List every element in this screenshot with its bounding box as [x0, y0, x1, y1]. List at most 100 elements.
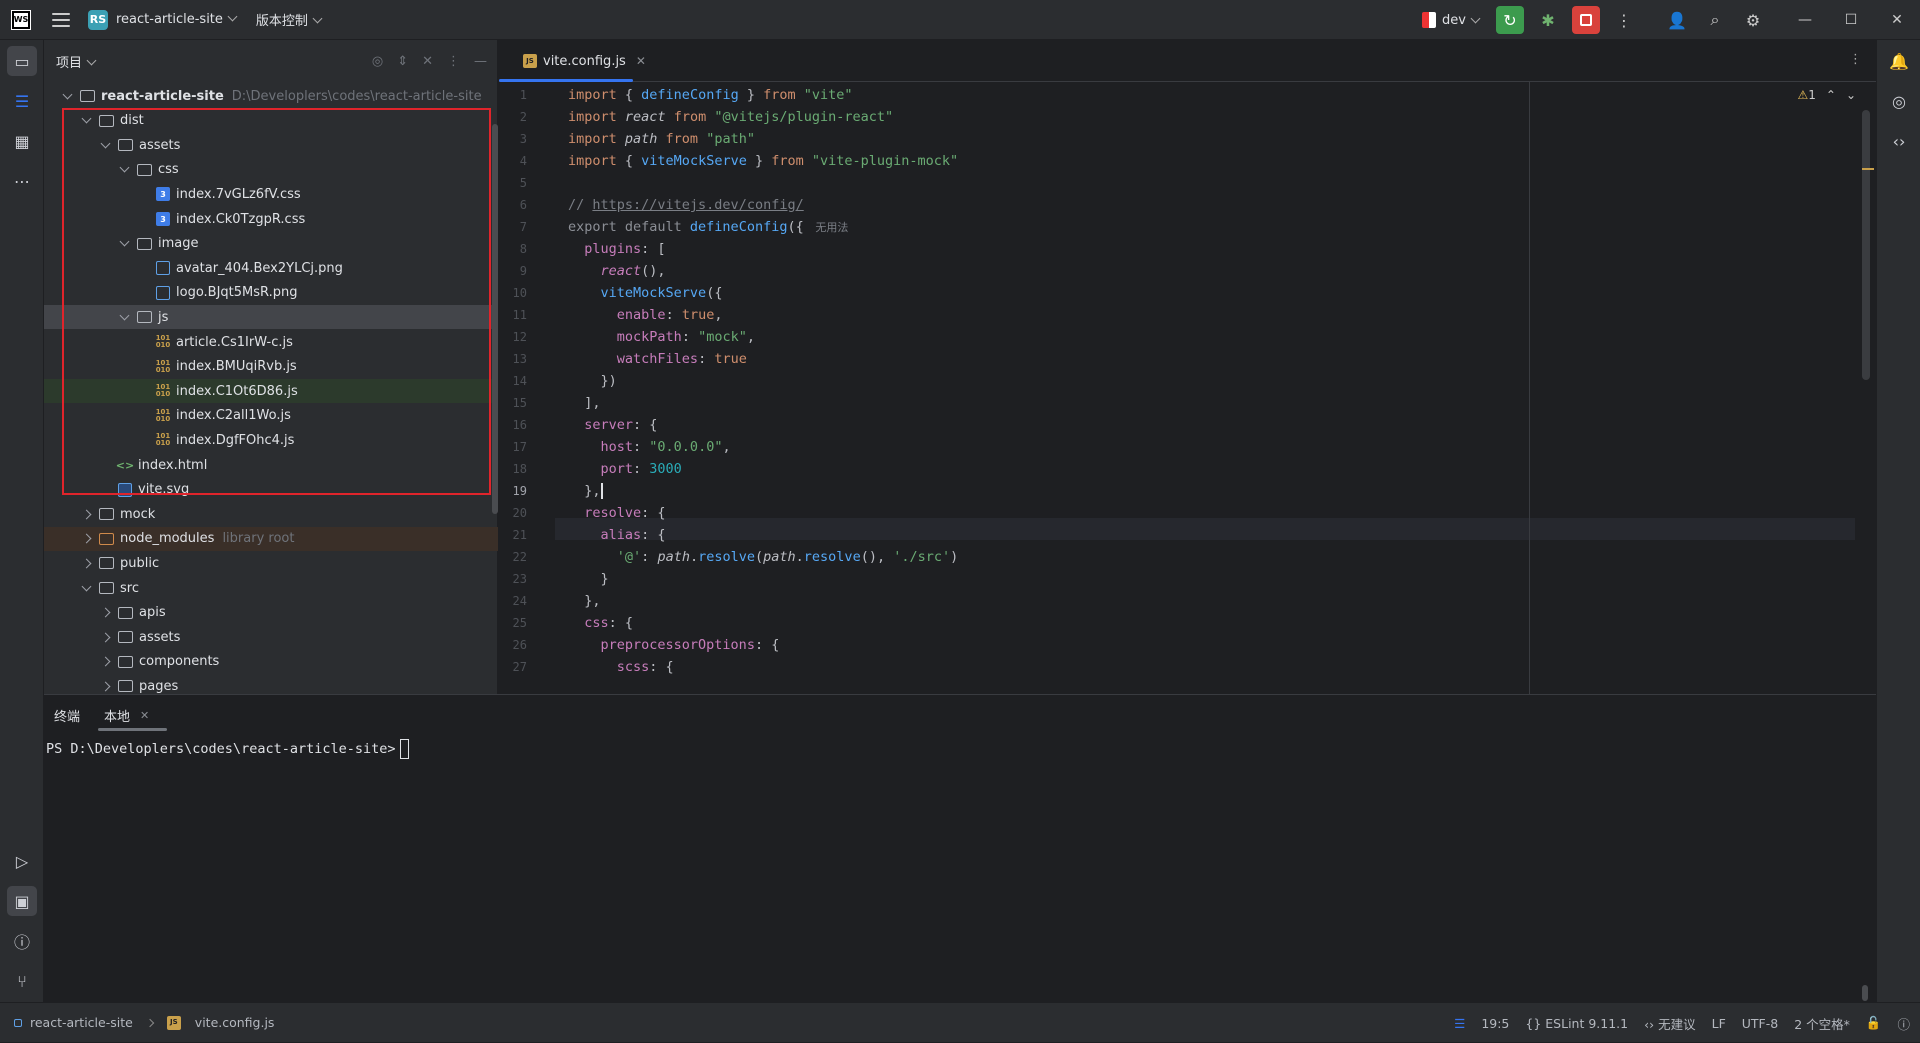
tree-item[interactable]: mock: [44, 502, 498, 526]
chevron-right-icon[interactable]: [81, 534, 91, 544]
debug-button[interactable]: ✱: [1534, 6, 1562, 34]
close-tab-icon[interactable]: ✕: [140, 709, 149, 722]
notifications-button[interactable]: 🔔: [1884, 46, 1914, 76]
tree-item[interactable]: assets: [44, 625, 498, 649]
git-tool-button[interactable]: ⑂: [7, 966, 37, 996]
rerun-button[interactable]: ↻: [1496, 6, 1524, 34]
tree-item[interactable]: apis: [44, 601, 498, 625]
chevron-down-icon[interactable]: [81, 583, 91, 593]
next-problem-icon[interactable]: ⌄: [1846, 88, 1856, 102]
tree-item[interactable]: components: [44, 650, 498, 674]
chevron-right-icon[interactable]: [100, 632, 110, 642]
vcs-menu[interactable]: 版本控制: [255, 10, 323, 29]
search-button[interactable]: ⌕: [1701, 6, 1729, 34]
services-tool-button[interactable]: ▷: [7, 846, 37, 876]
line-separator[interactable]: LF: [1712, 1016, 1726, 1031]
line-number: 25: [512, 616, 527, 630]
stop-button[interactable]: [1572, 6, 1600, 34]
maximize-button[interactable]: ☐: [1828, 0, 1874, 40]
folder-icon: [118, 631, 133, 644]
terminal-prompt-line[interactable]: PS D:\Developlers\codes\react-article-si…: [46, 739, 409, 759]
tab-local[interactable]: 本地 ✕: [97, 695, 168, 735]
code-text[interactable]: import { defineConfig } from "vite" impor…: [568, 82, 1868, 694]
problems-status-icon[interactable]: ⓘ: [1897, 1014, 1910, 1033]
rerun-icon: ↻: [1503, 10, 1517, 30]
collaboration-button[interactable]: 👤: [1663, 6, 1691, 34]
services-icon: ▷: [15, 851, 29, 871]
structure-icon[interactable]: ☰: [1454, 1016, 1465, 1031]
chevron-down-icon: [1470, 13, 1481, 24]
suggest-label: 无建议: [1658, 1016, 1696, 1032]
main-menu-icon[interactable]: [52, 12, 70, 27]
js-file-icon: JS: [166, 1015, 181, 1030]
close-tab-icon[interactable]: ✕: [636, 54, 646, 68]
eslint-status[interactable]: {} ESLint 9.11.1: [1525, 1016, 1628, 1031]
code-line: import path from "path": [568, 131, 755, 147]
ai-suggest-status[interactable]: ‹› 无建议: [1644, 1014, 1696, 1033]
settings-button[interactable]: ⚙: [1739, 6, 1767, 34]
code-line: import { defineConfig } from "vite": [568, 87, 853, 103]
minimize-button[interactable]: —: [1782, 0, 1828, 40]
plugins-tool-button[interactable]: ▦: [7, 126, 37, 156]
project-tool-button[interactable]: ▭: [7, 46, 37, 76]
tab-options-icon[interactable]: ⋮: [1849, 52, 1862, 67]
code-line: server: {: [584, 417, 658, 433]
run-config-selector[interactable]: dev: [1422, 12, 1481, 28]
terminal-tool-button[interactable]: ▣: [7, 886, 37, 916]
hide-panel-icon[interactable]: —: [474, 54, 487, 69]
file-encoding[interactable]: UTF-8: [1742, 1016, 1778, 1031]
project-badge-icon[interactable]: RS: [88, 9, 108, 30]
previous-problem-icon[interactable]: ⌃: [1826, 88, 1836, 102]
project-path: D:\Developlers\codes\react-article-site: [231, 88, 482, 104]
more-tools-button[interactable]: ⋯: [7, 166, 37, 196]
chevron-right-icon[interactable]: [81, 558, 91, 568]
tab-vite-config[interactable]: JS vite.config.js ✕: [513, 40, 656, 82]
editor-scrollbar[interactable]: [1862, 110, 1870, 380]
vcs-label: 版本控制: [255, 14, 308, 29]
chevron-right-icon[interactable]: [100, 608, 110, 618]
folder-icon: [99, 532, 114, 545]
maximize-icon: ☐: [1844, 12, 1858, 28]
code-with-me-button[interactable]: ‹›: [1884, 126, 1914, 156]
chevron-right-icon[interactable]: [100, 657, 110, 667]
chevron-down-icon[interactable]: [62, 91, 72, 101]
terminal-scrollbar[interactable]: [1862, 985, 1868, 1001]
locate-file-icon[interactable]: ◎: [372, 54, 383, 69]
line-number: 21: [512, 528, 527, 542]
breadcrumb-project[interactable]: react-article-site: [30, 1015, 133, 1030]
project-view-selector[interactable]: 项目: [56, 52, 97, 71]
breadcrumb-file[interactable]: vite.config.js: [195, 1015, 275, 1030]
readonly-lock-icon[interactable]: 🔓: [1866, 1015, 1882, 1031]
problems-tool-button[interactable]: ⓘ: [7, 926, 37, 956]
title-bar: WS RS react-article-site 版本控制 dev ↻ ✱ ⋮ …: [0, 0, 1920, 40]
tree-item[interactable]: react-article-site D:\Developlers\codes\r…: [44, 84, 498, 108]
structure-tool-button[interactable]: ☰: [7, 86, 37, 116]
expand-all-icon[interactable]: ⇕: [397, 54, 408, 69]
chevron-right-icon[interactable]: [100, 681, 110, 691]
cursor-position[interactable]: 19:5: [1481, 1016, 1509, 1031]
chevron-right-icon: [145, 1018, 155, 1027]
library-root-note: library root: [222, 531, 295, 547]
code-brackets-icon: ‹›: [1644, 1016, 1655, 1032]
stop-icon: [1580, 14, 1592, 26]
tree-item[interactable]: node_modules library root: [44, 526, 498, 551]
bell-icon: 🔔: [1889, 51, 1909, 71]
project-switcher[interactable]: react-article-site: [116, 11, 238, 27]
ai-assistant-button[interactable]: ◎: [1884, 86, 1914, 116]
indent-setting[interactable]: 2 个空格*: [1794, 1014, 1850, 1033]
tree-item[interactable]: public: [44, 551, 498, 575]
options-icon[interactable]: ⋮: [447, 54, 460, 69]
tab-local-label: 本地: [104, 709, 131, 725]
terminal-panel: 终端 本地 ✕ PS D:\Developlers\codes\react-art…: [44, 694, 1876, 1002]
more-actions-button[interactable]: ⋮: [1610, 6, 1638, 34]
search-icon: ⌕: [1710, 10, 1720, 29]
line-number: 26: [512, 638, 527, 652]
left-tool-strip: ▭ ☰ ▦ ⋯ ▷ ▣ ⓘ ⑂: [0, 40, 44, 1002]
collapse-all-icon[interactable]: ✕: [422, 54, 433, 69]
project-tree-scrollbar[interactable]: [492, 124, 498, 514]
inspection-widget[interactable]: ⚠1 ⌃ ⌄: [1797, 88, 1856, 102]
plugins-icon: ▦: [14, 131, 30, 151]
chevron-right-icon[interactable]: [81, 509, 91, 519]
close-window-button[interactable]: ✕: [1874, 0, 1920, 40]
tree-item[interactable]: src: [44, 576, 498, 600]
